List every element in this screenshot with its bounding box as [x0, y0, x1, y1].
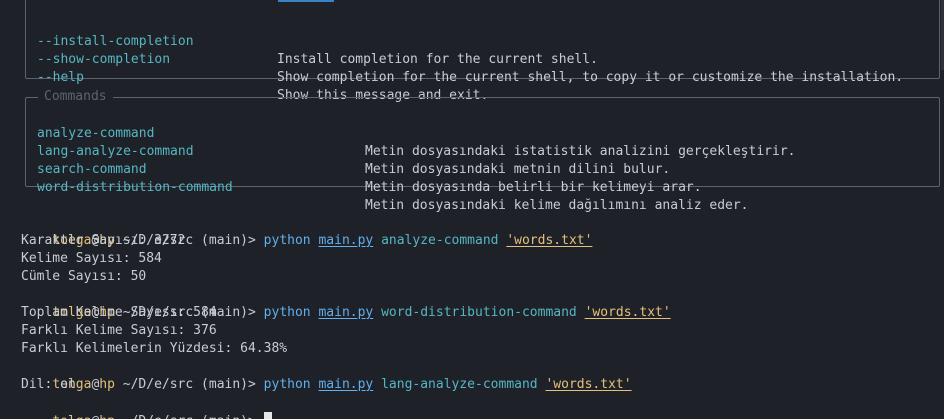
command-row: lang-analyze-command Metin dosyasındaki …	[37, 125, 670, 177]
commands-panel: Commands analyze-command Metin dosyasınd…	[25, 88, 940, 213]
command-program: python	[263, 377, 311, 392]
output-line: Kelime Sayısı: 584	[21, 251, 162, 266]
prompt-host: hp	[99, 377, 115, 392]
output-line: Cümle Sayısı: 50	[21, 269, 147, 284]
prompt-symbol: >	[248, 377, 264, 392]
command-row: search-command Metin dosyasında belirli …	[37, 143, 702, 195]
command-script: main.py	[318, 305, 374, 320]
prompt-branch: (main)	[193, 233, 249, 248]
option-row: --help Show this message and exit.	[37, 51, 488, 103]
command-row: word-distribution-command Metin dosyasın…	[37, 161, 749, 213]
option-row: --show-completion Show completion for th…	[37, 33, 903, 85]
prompt-symbol: >	[248, 305, 264, 320]
command-description: Metin dosyasındaki metnin dilini bulur.	[365, 162, 671, 177]
prompt-symbol: >	[248, 233, 264, 248]
option-description: Show completion for the current shell, t…	[277, 70, 904, 85]
command-subcommand: analyze-command	[381, 233, 499, 248]
option-description: Install completion for the current shell…	[277, 52, 598, 67]
prompt-line: tolga@hp ~/D/e/src (main)> python main.p…	[21, 286, 670, 320]
command-program: python	[263, 305, 311, 320]
command-description: Metin dosyasında belirli bir kelimeyi ar…	[365, 180, 702, 195]
command-name: word-distribution-command	[37, 180, 233, 195]
current-prompt-line[interactable]: tolga@hp ~/D/e/src (main)>	[21, 394, 272, 419]
prompt-user: tolga	[52, 414, 91, 419]
command-subcommand: lang-analyze-command	[381, 377, 538, 392]
command-description: Metin dosyasındaki istatistik analizini …	[365, 144, 796, 159]
command-argument: 'words.txt'	[584, 305, 671, 320]
output-line: Toplam Kelime Sayısı: 584	[21, 305, 217, 320]
prompt-path: ~/D/e/src	[115, 414, 193, 419]
command-row: analyze-command Metin dosyasındaki istat…	[37, 107, 795, 159]
command-script: main.py	[318, 377, 374, 392]
command-argument: 'words.txt'	[545, 377, 632, 392]
text-cursor[interactable]	[263, 412, 272, 419]
commands-panel-title: Commands	[38, 88, 113, 106]
options-panel: --install-completion Install completion …	[25, 0, 940, 103]
prompt-line: tolga@hp ~/D/e/src (main)> python main.p…	[21, 214, 592, 248]
command-argument: 'words.txt'	[506, 233, 593, 248]
output-line: Dil: en	[21, 377, 76, 392]
prompt-symbol: >	[248, 414, 264, 419]
prompt-host: hp	[99, 414, 115, 419]
output-line: Karakter Sayısı: 3272	[21, 233, 186, 248]
command-subcommand: word-distribution-command	[381, 305, 577, 320]
output-line: Farklı Kelime Sayısı: 376	[21, 323, 217, 338]
command-program: python	[263, 233, 311, 248]
prompt-branch: (main)	[193, 377, 249, 392]
option-name: --help	[37, 70, 84, 85]
prompt-path: ~/D/e/src	[114, 377, 194, 392]
output-line: Farklı Kelimelerin Yüzdesi: 64.38%	[21, 341, 288, 356]
prompt-line: tolga@hp ~/D/e/src (main)> python main.p…	[21, 358, 631, 392]
command-script: main.py	[318, 233, 374, 248]
prompt-branch: (main)	[193, 414, 248, 419]
option-row: --install-completion Install completion …	[37, 15, 598, 67]
terminal-window[interactable]: --install-completion Install completion …	[0, 0, 944, 419]
command-description: Metin dosyasındaki kelime dağılımını ana…	[365, 198, 749, 213]
